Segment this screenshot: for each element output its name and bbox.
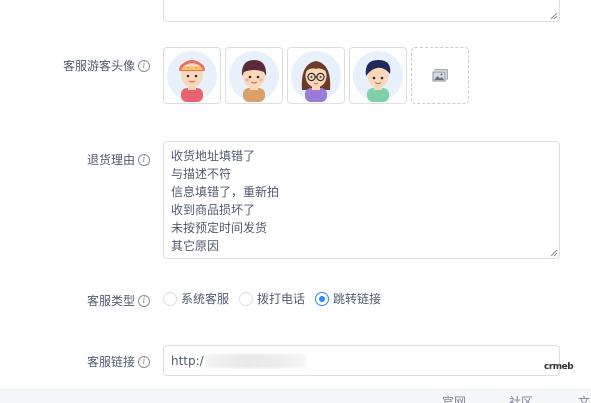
info-icon[interactable]: i bbox=[138, 294, 150, 307]
info-icon[interactable]: i bbox=[138, 153, 150, 166]
avatar-boy-side-icon bbox=[353, 50, 403, 102]
footer-link-docs[interactable]: 文 bbox=[578, 395, 590, 403]
reason-line: 未按预定时间发货 bbox=[171, 221, 268, 235]
avatar-option[interactable] bbox=[287, 47, 345, 104]
info-icon[interactable]: i bbox=[138, 355, 150, 368]
avatar-option[interactable] bbox=[225, 47, 283, 104]
radio-circle-checked[interactable] bbox=[315, 291, 330, 306]
footer-link-community[interactable]: 社区 bbox=[509, 395, 533, 403]
radio-circle[interactable] bbox=[163, 291, 177, 306]
service-type-label: 客服类型 i bbox=[0, 292, 150, 309]
return-reason-label: 退货理由 i bbox=[0, 151, 150, 168]
radio-jump-link[interactable]: 跳转链接 bbox=[315, 290, 381, 307]
service-link-label: 客服链接 i bbox=[0, 353, 150, 370]
resize-grip-icon[interactable] bbox=[549, 248, 558, 257]
footer-link-official[interactable]: 官网 bbox=[442, 395, 466, 403]
avatar-label-text: 客服游客头像 bbox=[62, 59, 135, 73]
avatar-option[interactable] bbox=[349, 47, 407, 104]
service-type-radio-group: 系统客服 拨打电话 跳转链接 bbox=[163, 290, 381, 307]
top-textarea[interactable] bbox=[163, 0, 560, 22]
image-upload-icon bbox=[431, 68, 448, 82]
redacted-url-block bbox=[205, 353, 306, 368]
service-type-label-text: 客服类型 bbox=[86, 294, 135, 308]
upload-avatar-button[interactable] bbox=[411, 47, 469, 104]
reason-line: 信息填错了，重新拍 bbox=[171, 185, 280, 199]
reason-line: 与描述不符 bbox=[171, 167, 232, 181]
avatar-girl-glasses-icon bbox=[291, 50, 341, 102]
radio-system-service[interactable]: 系统客服 bbox=[163, 290, 229, 307]
watermark-logo: crmeb bbox=[544, 362, 574, 372]
resize-grip-icon[interactable] bbox=[549, 11, 558, 20]
reason-line: 其它原因 bbox=[171, 239, 220, 253]
info-icon[interactable]: i bbox=[138, 59, 150, 72]
radio-label: 跳转链接 bbox=[333, 292, 382, 306]
avatar-boy-bowl-icon bbox=[229, 50, 279, 102]
service-link-value: http:/ bbox=[171, 353, 204, 368]
reason-line: 收到商品损坏了 bbox=[171, 203, 256, 217]
radio-label: 拨打电话 bbox=[257, 292, 306, 306]
return-reason-label-text: 退货理由 bbox=[86, 153, 135, 167]
avatar-boy-cap-icon bbox=[167, 50, 217, 102]
avatar-list bbox=[163, 47, 469, 104]
avatar-option[interactable] bbox=[163, 47, 221, 104]
reason-line: 收货地址填错了 bbox=[171, 149, 256, 163]
radio-circle[interactable] bbox=[239, 291, 254, 306]
footer: 官网 社区 文 bbox=[0, 389, 591, 403]
return-reason-textarea[interactable]: 收货地址填错了 与描述不符 信息填错了，重新拍 收到商品损坏了 未按预定时间发货… bbox=[163, 141, 560, 259]
avatar-label: 客服游客头像 i bbox=[0, 57, 150, 74]
radio-label: 系统客服 bbox=[181, 292, 230, 306]
service-link-input[interactable]: http:/ bbox=[163, 345, 560, 376]
service-link-label-text: 客服链接 bbox=[86, 355, 135, 369]
radio-phone-call[interactable]: 拨打电话 bbox=[239, 290, 305, 307]
